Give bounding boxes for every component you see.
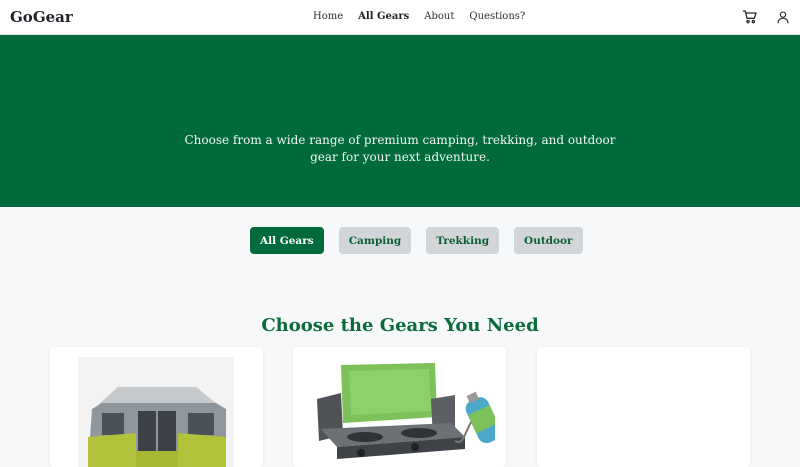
cart-icon[interactable] — [742, 9, 758, 25]
hero-banner: Choose from a wide range of premium camp… — [0, 35, 800, 207]
camping-stove-image — [315, 357, 495, 467]
section-title: Choose the Gears You Need — [261, 315, 539, 336]
product-card[interactable] — [293, 347, 506, 467]
tent-image — [78, 357, 234, 467]
category-filters: All Gears Camping Trekking Outdoor — [250, 227, 583, 254]
filter-trekking-button[interactable]: Trekking — [426, 227, 500, 254]
filter-camping-button[interactable]: Camping — [338, 227, 412, 254]
nav-link-home[interactable]: Home — [313, 11, 343, 22]
user-icon[interactable] — [776, 9, 790, 25]
hero-text: Choose from a wide range of premium camp… — [184, 133, 616, 164]
filter-outdoor-button[interactable]: Outdoor — [514, 227, 583, 254]
nav-icons — [742, 9, 790, 25]
nav-links: Home All Gears About Questions? — [313, 11, 540, 22]
product-card[interactable] — [50, 347, 263, 467]
nav-link-about[interactable]: About — [424, 11, 454, 22]
navbar: GoGear Home All Gears About Questions? — [0, 0, 800, 35]
product-card[interactable] — [537, 347, 750, 467]
brand-logo[interactable]: GoGear — [10, 8, 73, 26]
nav-link-all-gears[interactable]: All Gears — [358, 11, 409, 22]
filter-all-gears-button[interactable]: All Gears — [250, 227, 324, 254]
nav-link-questions[interactable]: Questions? — [469, 11, 525, 22]
